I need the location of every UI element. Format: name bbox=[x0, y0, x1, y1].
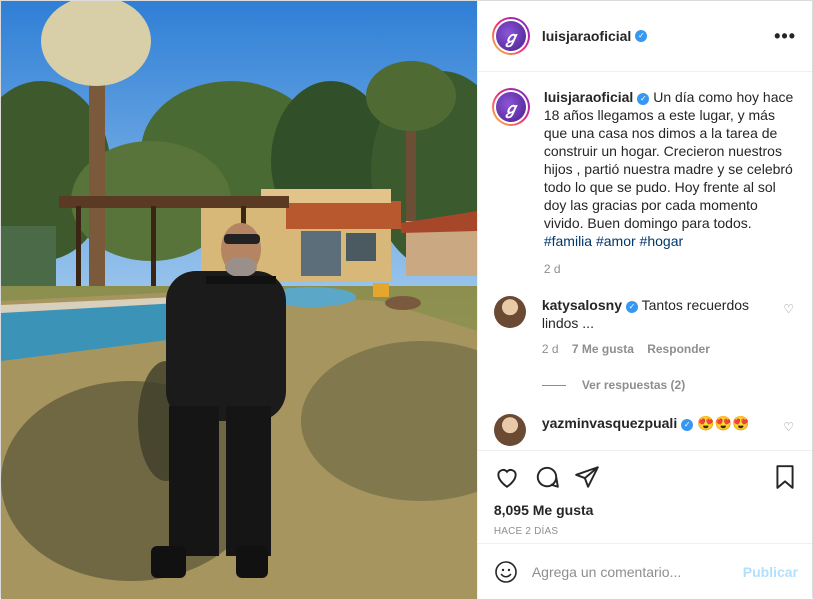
action-bar bbox=[477, 450, 812, 502]
verified-icon: ✓ bbox=[626, 301, 638, 313]
more-icon[interactable]: ••• bbox=[774, 26, 796, 47]
caption-text: Un día como hoy hace 18 años llegamos a … bbox=[543, 89, 794, 231]
comment-username[interactable]: yazminvasquezpuali bbox=[542, 415, 677, 431]
hashtag-link[interactable]: #hogar bbox=[640, 233, 684, 249]
add-comment-bar: Publicar bbox=[477, 543, 812, 599]
comment-icon[interactable] bbox=[534, 464, 560, 490]
avatar[interactable] bbox=[493, 414, 526, 446]
post-date: HACE 2 DÍAS bbox=[493, 526, 559, 537]
comment: yazminvasquezpuali ✓ 😍😍😍 ♡ bbox=[492, 414, 796, 446]
like-comment-heart-icon[interactable]: ♡ bbox=[783, 302, 794, 316]
hashtag-link[interactable]: #familia bbox=[544, 233, 592, 249]
logo-icon: ℊ bbox=[495, 92, 526, 122]
view-replies-label: Ver respuestas (2) bbox=[581, 378, 686, 392]
caption: ℊ luisjaraoficial ✓ Un día como hoy hace … bbox=[491, 88, 796, 250]
caption-age: 2 d bbox=[543, 262, 561, 276]
verified-icon: ✓ bbox=[637, 93, 650, 105]
emoji-icon[interactable] bbox=[494, 560, 518, 584]
logo-icon: ℊ bbox=[495, 21, 526, 51]
post-header: ℊ luisjaraoficial ✓ ••• bbox=[477, 1, 812, 72]
bookmark-icon[interactable] bbox=[772, 464, 798, 490]
comment-likes[interactable]: 7 Me gusta bbox=[572, 342, 634, 356]
post-photo-image bbox=[1, 1, 477, 599]
instagram-post: ℊ luisjaraoficial ✓ ••• ℊ luisjaraoficia… bbox=[0, 0, 813, 599]
divider bbox=[541, 384, 566, 386]
comment-meta: 2 d 7 Me gusta Responder bbox=[542, 342, 796, 356]
hashtag-link[interactable]: #amor bbox=[596, 233, 636, 249]
author-username[interactable]: luisjaraoficial bbox=[542, 28, 631, 44]
post-side-panel: ℊ luisjaraoficial ✓ ••• ℊ luisjaraoficia… bbox=[476, 1, 812, 599]
like-comment-heart-icon[interactable]: ♡ bbox=[783, 420, 794, 434]
reply-button[interactable]: Responder bbox=[647, 342, 710, 356]
avatar[interactable]: ℊ bbox=[491, 17, 530, 55]
view-replies[interactable]: Ver respuestas (2) bbox=[541, 378, 796, 392]
comment-text: 😍😍😍 bbox=[697, 415, 750, 431]
post-photo[interactable] bbox=[1, 1, 477, 599]
comment-age: 2 d bbox=[541, 342, 559, 356]
heart-icon[interactable] bbox=[494, 464, 520, 490]
comment-username[interactable]: katysalosny bbox=[542, 297, 622, 313]
comments-list[interactable]: ℊ luisjaraoficial ✓ Un día como hoy hace … bbox=[478, 72, 812, 450]
comment: katysalosny ✓ Tantos recuerdos lindos ...… bbox=[492, 296, 796, 332]
verified-icon: ✓ bbox=[681, 419, 694, 431]
likes-count[interactable]: 8,095 Me gusta bbox=[478, 502, 812, 518]
publish-button[interactable]: Publicar bbox=[743, 564, 798, 580]
caption-username[interactable]: luisjaraoficial bbox=[544, 89, 633, 105]
share-icon[interactable] bbox=[574, 464, 600, 490]
avatar[interactable]: ℊ bbox=[491, 88, 530, 126]
comment-input[interactable] bbox=[531, 563, 743, 580]
avatar[interactable] bbox=[493, 296, 526, 328]
verified-icon: ✓ bbox=[635, 30, 648, 42]
